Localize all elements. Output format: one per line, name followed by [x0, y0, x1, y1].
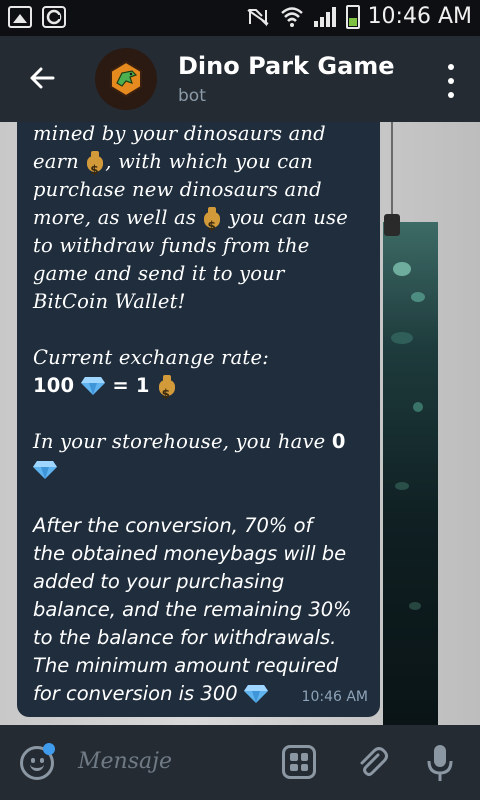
moneybag-icon — [157, 374, 177, 408]
notification-dot — [43, 743, 55, 755]
status-time: 10:46 AM — [367, 4, 472, 29]
message-input-bar: Mensaje — [0, 725, 480, 800]
arrow-left-icon — [30, 67, 55, 89]
wallpaper-clip — [384, 214, 400, 236]
mute-icon — [246, 8, 269, 26]
exchange-rate: Current exchange rate: 100 = 1 — [33, 344, 373, 408]
moneybag-icon — [85, 150, 105, 184]
chat-title[interactable]: Dino Park Game — [178, 52, 395, 80]
chat-area[interactable]: mined by your dinosaurs and earn , with … — [0, 122, 480, 725]
moneybag-icon — [202, 206, 222, 240]
message-line: game and send it to your — [33, 262, 285, 285]
app-icon — [42, 6, 66, 28]
storehouse-text: In your storehouse, you have — [33, 430, 326, 453]
message-line: earn , with which you can — [33, 148, 373, 184]
dino-logo-icon — [110, 60, 142, 98]
bot-commands-icon[interactable] — [282, 745, 316, 779]
message-time: 10:46 AM — [301, 689, 368, 705]
microphone-icon[interactable] — [426, 743, 454, 783]
gem-icon — [81, 377, 106, 395]
message-line: purchase new dinosaurs and — [33, 178, 322, 201]
avatar[interactable] — [95, 48, 157, 110]
storehouse: In your storehouse, you have 0 — [33, 428, 373, 484]
message-line: to withdraw funds from the — [33, 234, 310, 257]
more-vertical-icon[interactable] — [446, 64, 456, 98]
status-bar: 10:46 AM — [0, 0, 480, 36]
chat-subtitle: bot — [178, 86, 206, 106]
message-line: mined by your dinosaurs and — [33, 122, 326, 145]
wifi-icon — [280, 6, 303, 27]
gem-icon — [33, 461, 57, 479]
back-button[interactable] — [22, 58, 62, 98]
message-bubble[interactable]: mined by your dinosaurs and earn , with … — [17, 122, 380, 717]
attach-icon[interactable] — [354, 745, 390, 781]
conversion-info: After the conversion, 70% of the obtaine… — [33, 514, 352, 705]
image-icon — [8, 6, 32, 28]
signal-icon — [313, 6, 336, 27]
rate-label: Current exchange rate: — [33, 346, 269, 369]
chat-header: Dino Park Game bot — [0, 36, 480, 122]
storehouse-value: 0 — [331, 430, 346, 453]
message-line: BitCoin Wallet! — [33, 290, 186, 313]
wallpaper-string — [391, 122, 393, 216]
rate-value: 100 = 1 — [33, 372, 373, 408]
battery-icon — [345, 4, 360, 29]
message-line: more, as well as you can use — [33, 204, 373, 240]
wallpaper-poster — [383, 222, 438, 725]
message-input[interactable]: Mensaje — [78, 749, 172, 774]
message-intro: mined by your dinosaurs and earn , with … — [33, 122, 373, 316]
gem-icon — [243, 685, 268, 703]
